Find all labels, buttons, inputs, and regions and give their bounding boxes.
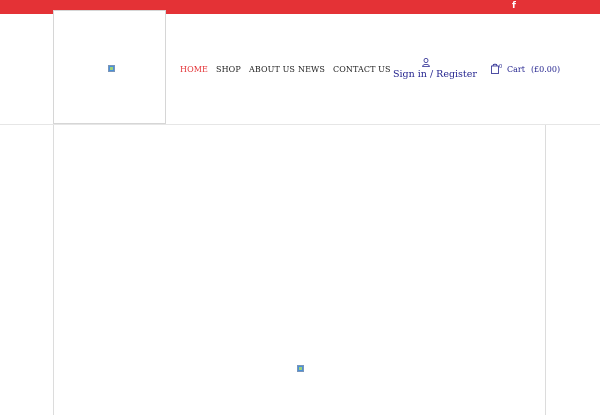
user-icon[interactable]	[422, 58, 430, 67]
cart-count: 0	[499, 64, 502, 70]
site-logo[interactable]	[53, 10, 166, 124]
nav-item-news[interactable]: NEWS	[298, 64, 325, 76]
sign-in-register-link[interactable]: Sign in / Register	[393, 68, 477, 81]
cart-label: Cart	[507, 65, 525, 74]
broken-image-icon	[297, 365, 304, 372]
nav-item-contact-us[interactable]: CONTACT US	[333, 64, 391, 76]
cart-total: (£0.00)	[530, 65, 561, 74]
facebook-icon[interactable]: f	[510, 1, 518, 12]
broken-image-icon	[108, 65, 115, 72]
nav-item-shop[interactable]: SHOP	[216, 64, 241, 76]
nav-item-about-us[interactable]: ABOUT US	[249, 64, 295, 76]
shopping-bag-icon[interactable]: 0	[491, 63, 503, 74]
cart-link[interactable]: Cart (£0.00)	[507, 64, 560, 76]
nav-item-home[interactable]: HOME	[180, 64, 208, 76]
main-content	[53, 125, 546, 415]
